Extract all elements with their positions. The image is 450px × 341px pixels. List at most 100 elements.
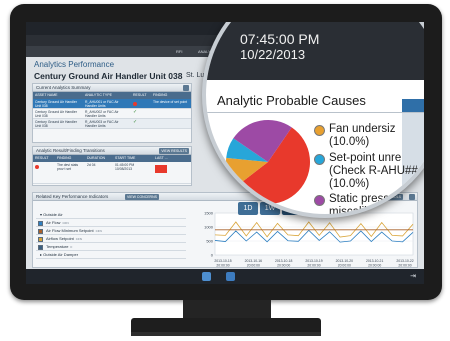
kpi-item[interactable]: Air Flow CFN xyxy=(36,219,186,227)
kpi-unit: CFN xyxy=(62,221,69,225)
monitor-stand-neck xyxy=(183,300,271,320)
analytics-summary-panel: Current Analytics Summary ASSET NAME ANA… xyxy=(32,83,192,143)
cell-start-time: 01:45:00 PM 10/08/2013 xyxy=(115,163,135,171)
legend-entry: Set-point unre (Check R-AHU## (10.0%) xyxy=(329,152,418,191)
kpi-item[interactable]: Temperature F xyxy=(36,243,186,251)
cell-duration: 2d 04 xyxy=(87,163,96,167)
kpi-unit: CFN xyxy=(95,229,102,233)
legend-line: Static press xyxy=(329,193,390,205)
collapse-icon[interactable] xyxy=(183,85,189,91)
panel-title: Current Analytics Summary xyxy=(36,85,91,90)
kpi-list: ▾ Outside Air Air Flow CFN Air Flow Minim… xyxy=(36,211,186,259)
column-header[interactable]: ANALYTIC TYPE xyxy=(83,92,131,99)
cell-asset: Century Ground Air Handler Unit 038 xyxy=(35,100,77,108)
grid-app-icon[interactable] xyxy=(202,272,211,281)
panel-divider xyxy=(206,112,424,113)
kpi-group-outside-air-damper[interactable]: ▸ Outside Air Damper xyxy=(36,251,186,259)
table-row[interactable]: Century Ground Air Handler Unit 038 R_AH… xyxy=(33,99,191,109)
x-tick-time: 20:00:00 xyxy=(307,264,320,268)
kpi-label: Air Flow Minimum Setpoint xyxy=(46,228,94,233)
legend-line: (10.0%) xyxy=(329,178,370,190)
table-row[interactable]: Century Ground Air Handler Unit 038 R_AH… xyxy=(33,109,191,119)
column-header[interactable]: FINDING xyxy=(151,92,191,99)
summary-table-header: ASSET NAME ANALYTIC TYPE RESULT FINDING xyxy=(33,92,191,99)
logout-icon[interactable]: ⇥ xyxy=(410,272,416,280)
legend-entry: Fan undersiz (10.0%) xyxy=(329,123,395,149)
cell-type: R_AHU003 or FAC Air Handler Units xyxy=(85,120,119,128)
kpi-unit: CFN xyxy=(75,237,82,241)
legend-line: (Check R-AHU## xyxy=(329,165,418,177)
x-tick-time: 20:00:00 xyxy=(277,264,290,268)
window-app-icon[interactable] xyxy=(226,272,235,281)
series-swatch[interactable] xyxy=(38,245,43,250)
x-tick-date: 2013-10-15 xyxy=(214,259,231,263)
app-screen: SCADA Tags Storage Setup Users RFI ANALY… xyxy=(26,22,424,284)
probable-causes-title: Analytic Probable Causes xyxy=(217,93,366,108)
series-swatch[interactable] xyxy=(38,237,43,242)
asset-name: Century Ground Air Handler Unit 038 xyxy=(34,71,183,81)
probable-causes-pie-chart[interactable] xyxy=(224,118,312,206)
finding-transitions-panel: Analytic Result/Finding Transitions VIEW… xyxy=(32,146,192,186)
x-tick-time: 20:00:00 xyxy=(398,264,411,268)
panel-title: Analytic Result/Finding Transitions xyxy=(36,148,105,153)
cell-type: R_AHU002 or FAC Air Handler Units xyxy=(85,110,119,118)
result-cell xyxy=(33,162,55,183)
cell-asset: Century Ground Air Handler Unit 038 xyxy=(35,120,77,128)
group-label: Outside Air xyxy=(43,212,63,217)
view-concerns-button[interactable]: VIEW CONCERNS xyxy=(125,194,159,200)
series-swatch[interactable] xyxy=(38,221,43,226)
x-tick-time: 20:00:00 xyxy=(368,264,381,268)
panel-header: Current Analytics Summary xyxy=(33,84,191,92)
cell-finding: The devi stats prov t set xyxy=(57,163,79,171)
legend-line: (10.0%) xyxy=(329,136,370,148)
duration-bar xyxy=(155,165,167,173)
cell-finding: The device of set point xyxy=(153,100,188,104)
panel-header: Analytic Result/Finding Transitions VIEW… xyxy=(33,147,191,155)
kpi-line-chart[interactable]: 1500100050002013-10-1520:00:002013-10-16… xyxy=(193,211,417,271)
kpi-label: Temperature xyxy=(46,244,69,249)
cell-finding xyxy=(151,119,191,128)
kpi-item[interactable]: Air Flow Minimum Setpoint CFN xyxy=(36,227,186,235)
check-icon: ✓ xyxy=(133,119,138,125)
x-tick-time: 20:00:00 xyxy=(247,264,260,268)
column-header[interactable]: LAST ... xyxy=(153,155,189,162)
duration-bar-cell xyxy=(153,162,189,183)
legend-line: Fan undersiz xyxy=(329,123,396,135)
table-row[interactable]: The devi stats prov t set 2d 04 01:45:00… xyxy=(33,162,191,184)
kpi-unit: F xyxy=(70,245,73,249)
column-header[interactable]: RESULT xyxy=(33,155,55,162)
x-tick-date: 2013-10-18 xyxy=(275,259,292,263)
x-tick-date: 2013-10-21 xyxy=(366,259,383,263)
column-header[interactable]: START TIME xyxy=(113,155,153,162)
bottom-taskbar: ⇥ xyxy=(26,269,424,284)
panel-title: Related Key Performance Indicators xyxy=(36,194,109,199)
page-title: Analytics Performance xyxy=(34,60,115,69)
group-label: Outside Air Damper xyxy=(43,252,79,257)
column-header[interactable]: FINDING xyxy=(55,155,85,162)
result-cell xyxy=(131,99,151,108)
y-tick-label: 1500 xyxy=(204,211,214,216)
kpi-label: Airflow Setpoint xyxy=(46,236,74,241)
legend-swatch xyxy=(314,195,325,206)
nav-item-rfi[interactable]: RFI xyxy=(176,49,182,54)
kpi-group-outside-air[interactable]: ▾ Outside Air xyxy=(36,211,186,219)
column-header[interactable]: DURATION xyxy=(85,155,113,162)
table-row[interactable]: Century Ground Air Handler Unit 038 R_AH… xyxy=(33,119,191,129)
legend-line: Set-point unre xyxy=(329,152,402,164)
x-tick-date: 2013-10-16 xyxy=(245,259,262,263)
magnifier-callout: 07:45:00 PM 10/22/2013 Analytic Probable… xyxy=(202,22,424,218)
kpi-item[interactable]: Airflow Setpoint CFN xyxy=(36,235,186,243)
x-tick-time: 20:00:00 xyxy=(338,264,351,268)
x-tick-date: 2013-10-22 xyxy=(396,259,413,263)
monitor-stand-base xyxy=(131,318,321,336)
legend-swatch xyxy=(314,125,325,136)
view-results-button[interactable]: VIEW RESULTS xyxy=(159,148,189,154)
series-swatch[interactable] xyxy=(38,229,43,234)
cell-asset: Century Ground Air Handler Unit 038 xyxy=(35,110,77,118)
cell-type: R_AHU001 or FAC Air Handler Units xyxy=(85,100,119,108)
transitions-table-header: RESULT FINDING DURATION START TIME LAST … xyxy=(33,155,191,162)
column-header[interactable]: RESULT xyxy=(131,92,151,99)
x-tick-date: 2013-10-19 xyxy=(305,259,322,263)
column-header[interactable]: ASSET NAME xyxy=(33,92,83,99)
y-tick-label: 500 xyxy=(206,239,213,244)
